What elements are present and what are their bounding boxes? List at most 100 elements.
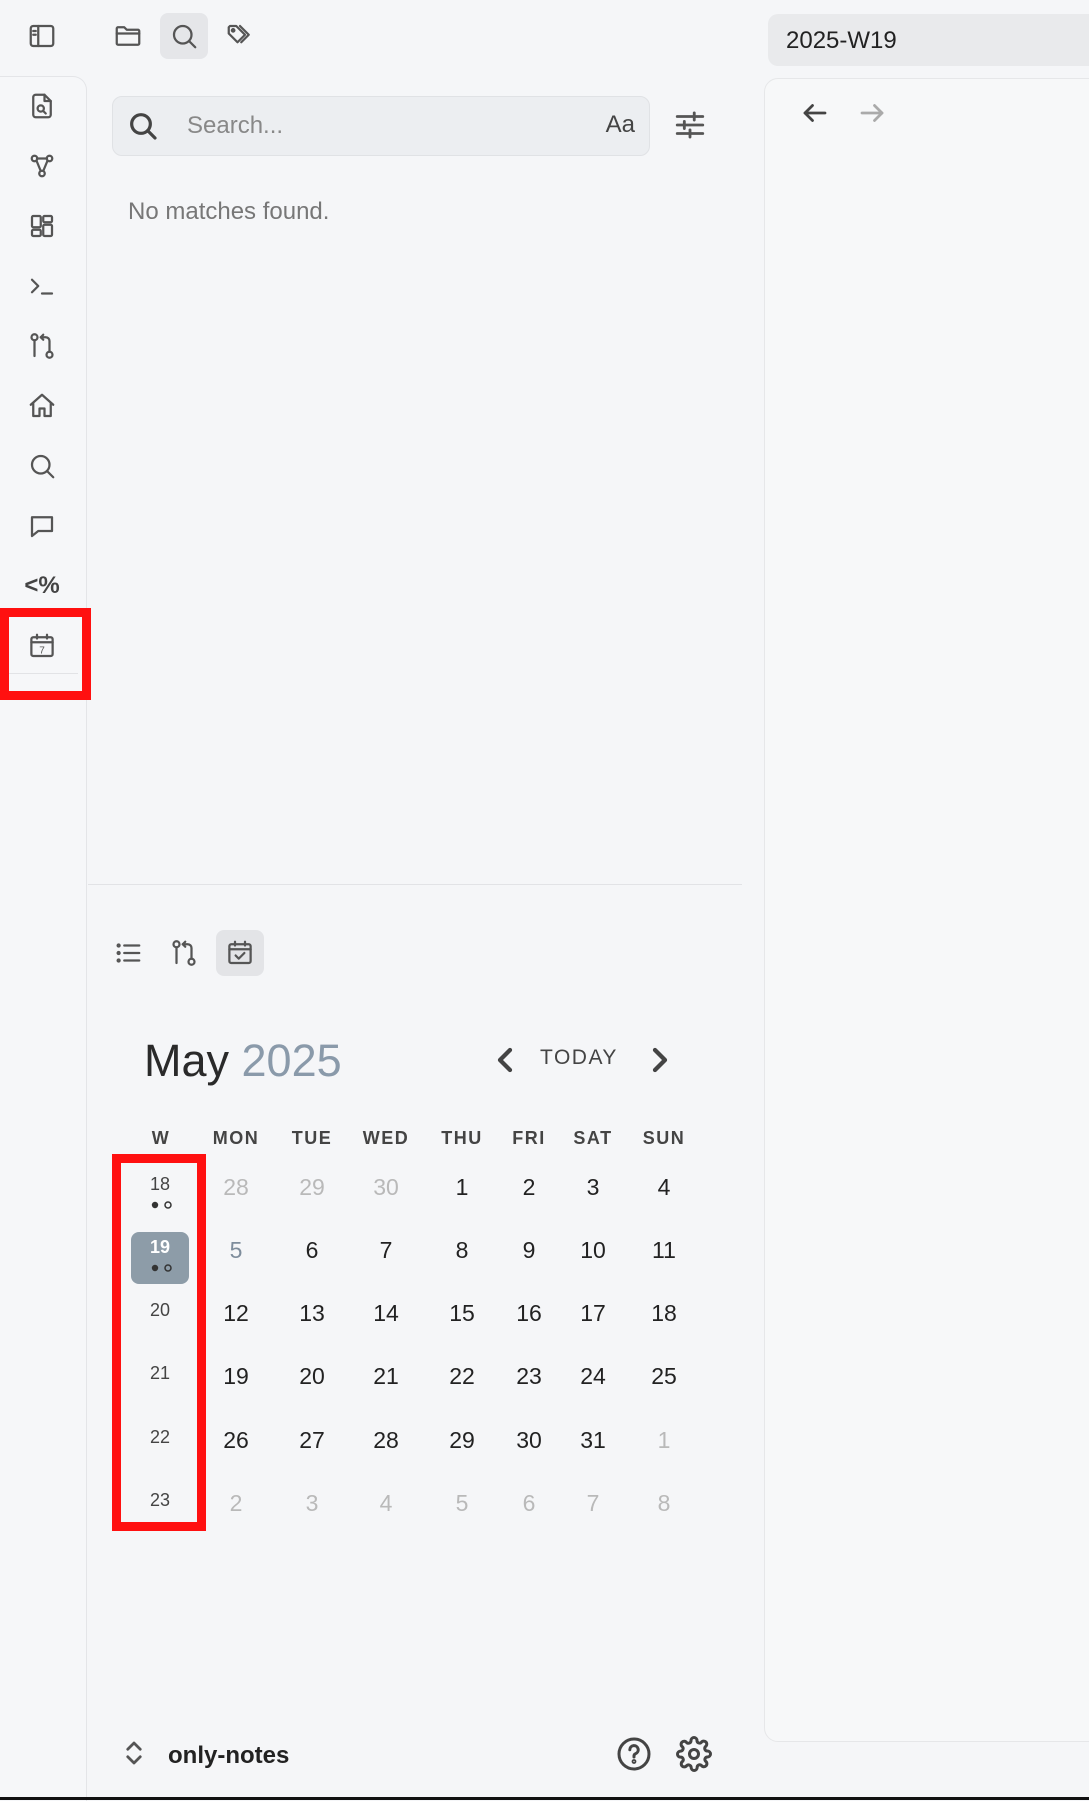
- tab-outline[interactable]: [104, 930, 152, 976]
- day-header: MON: [212, 1128, 260, 1148]
- calendar-day[interactable]: 8: [432, 1237, 492, 1264]
- day-header: WED: [362, 1128, 410, 1148]
- calendar-day[interactable]: 12: [206, 1300, 266, 1327]
- next-month-button[interactable]: [644, 1040, 676, 1080]
- tags-icon: [227, 24, 250, 44]
- search-settings-button[interactable]: [668, 103, 712, 147]
- git-icon[interactable]: [22, 326, 62, 366]
- home-icon[interactable]: [22, 386, 62, 426]
- calendar-day[interactable]: 19: [206, 1363, 266, 1390]
- calendar-day[interactable]: 20: [282, 1363, 342, 1390]
- highlight-box-week-numbers: [112, 1154, 206, 1531]
- calendar-day[interactable]: 4: [634, 1174, 694, 1201]
- arrow-left-icon: [803, 104, 827, 122]
- calendar-check-icon: [228, 940, 252, 965]
- calendar-day[interactable]: 28: [356, 1427, 416, 1454]
- vault-switcher-button[interactable]: [122, 1738, 146, 1768]
- sidebar-toggle-icon[interactable]: [22, 16, 62, 56]
- calendar-day[interactable]: 15: [432, 1300, 492, 1327]
- match-case-toggle[interactable]: Aa: [606, 111, 635, 139]
- calendar-day[interactable]: 27: [282, 1427, 342, 1454]
- calendar-day[interactable]: 2: [206, 1490, 266, 1517]
- calendar-day[interactable]: 4: [356, 1490, 416, 1517]
- calendar-day[interactable]: 22: [432, 1363, 492, 1390]
- chevron-left-icon: [497, 1047, 513, 1073]
- calendar-day[interactable]: 7: [356, 1237, 416, 1264]
- tab-calendar[interactable]: [216, 930, 264, 976]
- day-header: TUE: [291, 1128, 333, 1148]
- calendar-day[interactable]: 30: [499, 1427, 559, 1454]
- calendar-day[interactable]: 8: [634, 1490, 694, 1517]
- tab-file-explorer[interactable]: [104, 13, 152, 59]
- vault-name[interactable]: only-notes: [168, 1742, 289, 1770]
- calendar-day[interactable]: 9: [499, 1237, 559, 1264]
- calendar-day[interactable]: 16: [499, 1300, 559, 1327]
- ribbon-top: [0, 0, 86, 74]
- today-button[interactable]: TODAY: [540, 1046, 618, 1070]
- calendar-day[interactable]: 5: [206, 1237, 266, 1264]
- calendar-day[interactable]: 28: [206, 1174, 266, 1201]
- calendar-year: 2025: [241, 1035, 342, 1086]
- tab-tags[interactable]: [216, 13, 264, 59]
- search-input[interactable]: [185, 107, 569, 145]
- calendar-day[interactable]: 1: [432, 1174, 492, 1201]
- open-quick-switcher-icon[interactable]: [22, 86, 62, 126]
- search-box: Aa: [112, 96, 650, 156]
- calendar-day[interactable]: 29: [432, 1427, 492, 1454]
- command-palette-icon[interactable]: [22, 266, 62, 306]
- calendar-day[interactable]: 1: [634, 1427, 694, 1454]
- editor-tab[interactable]: 2025-W19: [768, 14, 1089, 66]
- editor-pane: [764, 78, 1089, 1742]
- search-icon: [130, 113, 157, 140]
- calendar-day[interactable]: 13: [282, 1300, 342, 1327]
- calendar-title: May 2025: [144, 1035, 342, 1087]
- calendar-day[interactable]: 31: [563, 1427, 623, 1454]
- navigate-forward-button[interactable]: [857, 98, 891, 132]
- calendar-day[interactable]: 26: [206, 1427, 266, 1454]
- search-icon[interactable]: [22, 446, 62, 486]
- week-column-header: W: [151, 1128, 171, 1148]
- gear-icon[interactable]: [676, 1736, 714, 1774]
- calendar-month: May: [144, 1035, 230, 1086]
- day-header: SUN: [642, 1128, 686, 1148]
- arrow-right-icon: [860, 104, 884, 122]
- calendar-day[interactable]: 24: [563, 1363, 623, 1390]
- no-results-text: No matches found.: [128, 198, 330, 225]
- chat-icon[interactable]: [22, 506, 62, 546]
- graph-view-icon[interactable]: [22, 146, 62, 186]
- chevron-right-icon: [652, 1047, 668, 1073]
- sliders-icon: [675, 111, 705, 139]
- calendar-day[interactable]: 3: [282, 1490, 342, 1517]
- calendar-day[interactable]: 2: [499, 1174, 559, 1201]
- day-header: SAT: [573, 1128, 613, 1148]
- calendar-day[interactable]: 30: [356, 1174, 416, 1201]
- calendar-day[interactable]: 3: [563, 1174, 623, 1201]
- calendar-day[interactable]: 6: [282, 1237, 342, 1264]
- templater-icon-label: <%: [24, 572, 60, 599]
- calendar-day[interactable]: 25: [634, 1363, 694, 1390]
- git-icon: [172, 940, 196, 966]
- canvas-icon[interactable]: [22, 206, 62, 246]
- folder-icon: [115, 26, 141, 46]
- calendar-day[interactable]: 6: [499, 1490, 559, 1517]
- calendar-day[interactable]: 23: [499, 1363, 559, 1390]
- calendar-day[interactable]: 18: [634, 1300, 694, 1327]
- calendar-day[interactable]: 14: [356, 1300, 416, 1327]
- previous-month-button[interactable]: [489, 1040, 521, 1080]
- pane-divider[interactable]: [88, 884, 742, 885]
- tab-git[interactable]: [160, 930, 208, 976]
- calendar-day[interactable]: 10: [563, 1237, 623, 1264]
- highlight-box-calendar-icon: [0, 608, 91, 700]
- editor-tab-title: 2025-W19: [786, 27, 897, 54]
- calendar-day[interactable]: 17: [563, 1300, 623, 1327]
- navigate-back-button[interactable]: [800, 98, 834, 132]
- calendar-day[interactable]: 5: [432, 1490, 492, 1517]
- calendar-day[interactable]: 7: [563, 1490, 623, 1517]
- calendar-day[interactable]: 21: [356, 1363, 416, 1390]
- templater-icon[interactable]: <%: [22, 566, 62, 606]
- calendar-day[interactable]: 11: [634, 1237, 694, 1264]
- search-icon: [172, 24, 197, 49]
- help-icon[interactable]: [616, 1736, 654, 1774]
- tab-search[interactable]: [160, 13, 208, 59]
- calendar-day[interactable]: 29: [282, 1174, 342, 1201]
